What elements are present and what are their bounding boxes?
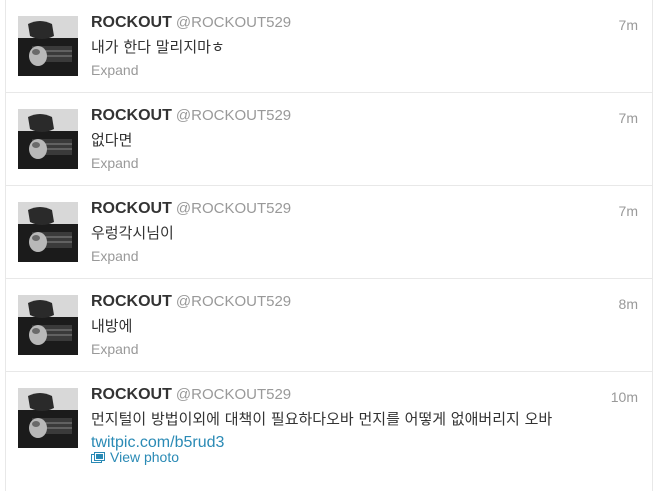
user-screen-name[interactable]: @ROCKOUT529	[176, 200, 291, 217]
tweet-header: ROCKOUT @ROCKOUT529	[91, 386, 291, 406]
user-screen-name[interactable]: @ROCKOUT529	[176, 386, 291, 403]
user-screen-name[interactable]: @ROCKOUT529	[176, 14, 291, 31]
avatar[interactable]	[18, 109, 78, 169]
view-photo-button[interactable]: View photo	[91, 449, 179, 467]
tweet-item[interactable]: ROCKOUT @ROCKOUT529 7m 우렁각시님이 Expand	[6, 186, 652, 279]
avatar[interactable]	[18, 388, 78, 448]
user-screen-name[interactable]: @ROCKOUT529	[176, 107, 291, 124]
user-fullname[interactable]: ROCKOUT	[91, 386, 172, 403]
user-fullname[interactable]: ROCKOUT	[91, 107, 172, 124]
expand-link[interactable]: Expand	[91, 248, 138, 264]
avatar[interactable]	[18, 16, 78, 76]
view-photo-label: View photo	[110, 449, 180, 465]
tweet-timestamp[interactable]: 7m	[619, 110, 638, 126]
tweet-text: 없다면	[91, 131, 133, 149]
user-fullname[interactable]: ROCKOUT	[91, 293, 172, 310]
tweet-timestamp[interactable]: 7m	[619, 203, 638, 219]
tweet-timestamp[interactable]: 10m	[611, 389, 638, 405]
user-fullname[interactable]: ROCKOUT	[91, 200, 172, 217]
user-screen-name[interactable]: @ROCKOUT529	[176, 293, 291, 310]
tweet-item[interactable]: ROCKOUT @ROCKOUT529 7m 내가 한다 말리지마ㅎ Expand	[6, 0, 652, 93]
expand-link[interactable]: Expand	[91, 155, 138, 171]
tweet-item[interactable]: ROCKOUT @ROCKOUT529 7m 없다면 Expand	[6, 93, 652, 186]
avatar-photo-icon	[18, 109, 78, 169]
tweet-timeline: ROCKOUT @ROCKOUT529 7m 내가 한다 말리지마ㅎ Expand…	[0, 0, 658, 491]
tweet-item[interactable]: ROCKOUT @ROCKOUT529 10m 먼지털이 방법이외에 대책이 필요…	[6, 372, 652, 491]
expand-link[interactable]: Expand	[91, 341, 138, 357]
tweet-header: ROCKOUT @ROCKOUT529	[91, 293, 291, 313]
tweet-text: 내방에	[91, 317, 133, 335]
user-fullname[interactable]: ROCKOUT	[91, 14, 172, 31]
photo-icon	[91, 451, 105, 467]
expand-link[interactable]: Expand	[91, 62, 138, 78]
avatar-photo-icon	[18, 388, 78, 448]
tweet-timestamp[interactable]: 7m	[619, 17, 638, 33]
avatar-photo-icon	[18, 202, 78, 262]
tweet-text: 우렁각시님이	[91, 224, 174, 242]
avatar[interactable]	[18, 202, 78, 262]
tweet-text: 내가 한다 말리지마ㅎ	[91, 38, 225, 56]
avatar[interactable]	[18, 295, 78, 355]
tweet-text: 먼지털이 방법이외에 대책이 필요하다오바 먼지를 어떻게 없애버리지 오바 t…	[91, 408, 611, 454]
avatar-photo-icon	[18, 16, 78, 76]
tweet-header: ROCKOUT @ROCKOUT529	[91, 200, 291, 220]
tweet-header: ROCKOUT @ROCKOUT529	[91, 14, 291, 34]
tweet-header: ROCKOUT @ROCKOUT529	[91, 107, 291, 127]
tweet-item[interactable]: ROCKOUT @ROCKOUT529 8m 내방에 Expand	[6, 279, 652, 372]
tweet-text-body: 먼지털이 방법이외에 대책이 필요하다오바 먼지를 어떻게 없애버리지 오바	[91, 410, 553, 428]
avatar-photo-icon	[18, 295, 78, 355]
tweet-timestamp[interactable]: 8m	[619, 296, 638, 312]
